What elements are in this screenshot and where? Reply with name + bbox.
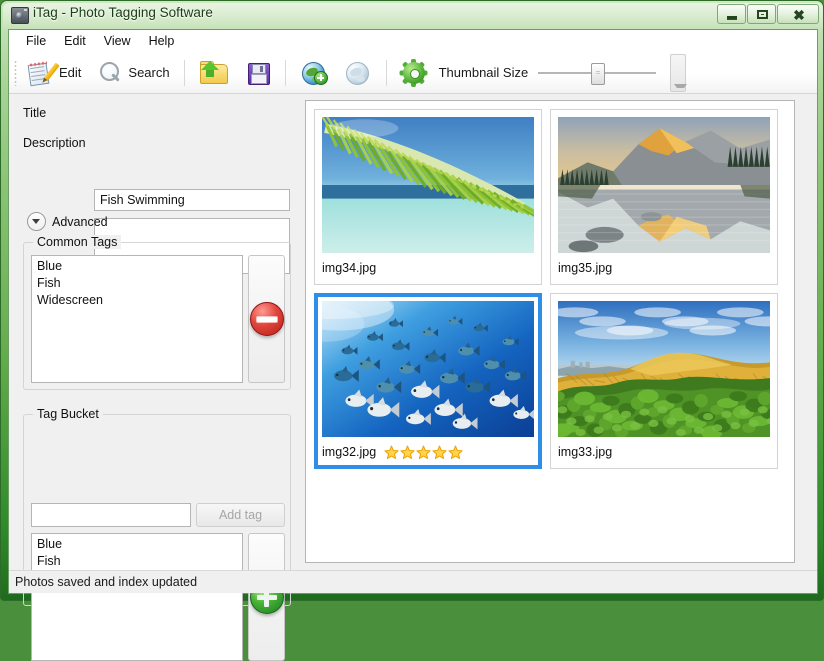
star-icon[interactable] xyxy=(416,445,431,460)
description-label: Description xyxy=(23,136,86,150)
thumbnail-image xyxy=(322,117,534,253)
toolbar: Edit Search xyxy=(9,52,817,94)
star-icon[interactable] xyxy=(400,445,415,460)
thumbnail-gallery[interactable]: img34.jpg img35.jpg img32.jpg img33.jpg xyxy=(305,100,795,563)
thumbnail-image xyxy=(558,117,770,253)
toolbar-separator-3 xyxy=(386,60,387,86)
toolbar-overflow-button[interactable] xyxy=(670,54,686,92)
window-controls: ✖ xyxy=(717,4,819,24)
close-button[interactable]: ✖ xyxy=(777,4,819,24)
thumbnail-size-slider[interactable] xyxy=(538,63,656,83)
window-title: iTag - Photo Tagging Software xyxy=(33,5,213,20)
minimize-icon xyxy=(727,16,737,20)
advanced-label: Advanced xyxy=(52,215,108,229)
list-item[interactable]: Fish xyxy=(32,553,242,570)
menu-item-view[interactable]: View xyxy=(95,32,140,50)
title-label: Title xyxy=(23,106,46,120)
tag-bucket-label: Tag Bucket xyxy=(33,407,103,421)
title-row: Title xyxy=(23,106,46,120)
thumbnail-caption: img35.jpg xyxy=(558,259,770,277)
toolbar-separator-2 xyxy=(285,60,286,86)
thumbnail-card[interactable]: img33.jpg xyxy=(550,293,778,469)
description-row: Description xyxy=(23,136,86,150)
thumbnail-card[interactable]: img32.jpg xyxy=(314,293,542,469)
tag-bucket-input[interactable] xyxy=(31,503,191,527)
common-tags-label: Common Tags xyxy=(33,235,121,249)
menu-item-edit[interactable]: Edit xyxy=(55,32,95,50)
publish-online-button[interactable] xyxy=(292,58,336,88)
thumbnail-card[interactable]: img35.jpg xyxy=(550,109,778,285)
common-tags-list[interactable]: BlueFishWidescreen xyxy=(31,255,243,383)
maximize-button[interactable] xyxy=(747,4,776,24)
open-folder-button[interactable] xyxy=(191,58,237,88)
client-area: File Edit View Help Edit Search xyxy=(8,29,818,594)
thumbnail-filename: img33.jpg xyxy=(558,445,612,459)
thumbnail-grid: img34.jpg img35.jpg img32.jpg img33.jpg xyxy=(314,109,786,469)
toolbar-separator-1 xyxy=(184,60,185,86)
remove-circle-icon xyxy=(250,302,284,336)
globe-icon xyxy=(344,60,372,86)
search-button[interactable]: Search xyxy=(89,58,177,88)
edit-button-label: Edit xyxy=(59,65,81,80)
menu-item-help[interactable]: Help xyxy=(140,32,184,50)
online-gallery-button[interactable] xyxy=(336,58,380,88)
list-item[interactable]: Blue xyxy=(32,258,242,275)
list-item[interactable]: Blue xyxy=(32,536,242,553)
thumbnail-caption: img33.jpg xyxy=(558,443,770,461)
list-item[interactable]: Fish xyxy=(32,275,242,292)
status-message: Photos saved and index updated xyxy=(15,575,197,589)
status-bar: Photos saved and index updated xyxy=(9,570,817,593)
save-button[interactable] xyxy=(237,58,279,88)
star-icon[interactable] xyxy=(384,445,399,460)
menu-item-file[interactable]: File xyxy=(17,32,55,50)
search-button-label: Search xyxy=(128,65,169,80)
add-tag-button[interactable]: Add tag xyxy=(196,503,285,527)
thumbnail-size-label: Thumbnail Size xyxy=(439,65,529,80)
menu-bar: File Edit View Help xyxy=(9,30,817,52)
thumbnail-image xyxy=(322,301,534,437)
thumbnail-filename: img35.jpg xyxy=(558,261,612,275)
application-window: iTag - Photo Tagging Software ✖ File Edi… xyxy=(0,0,824,601)
thumbnail-filename: img34.jpg xyxy=(322,261,376,275)
advanced-expander[interactable]: Advanced xyxy=(27,212,108,231)
thumbnail-caption: img34.jpg xyxy=(322,259,534,277)
edit-button[interactable]: Edit xyxy=(20,58,89,88)
chevron-down-icon xyxy=(27,212,46,231)
thumbnail-card[interactable]: img34.jpg xyxy=(314,109,542,285)
minimize-button[interactable] xyxy=(717,4,746,24)
globe-add-icon xyxy=(300,60,328,86)
titlebar: iTag - Photo Tagging Software ✖ xyxy=(1,1,824,29)
settings-button[interactable] xyxy=(393,58,435,88)
edit-notepad-icon xyxy=(28,60,54,86)
camera-icon xyxy=(11,7,29,24)
list-item[interactable]: Widescreen xyxy=(32,292,242,309)
star-icon[interactable] xyxy=(448,445,463,460)
floppy-save-icon xyxy=(245,60,271,86)
title-input[interactable] xyxy=(94,189,290,211)
tag-bucket-list[interactable]: BlueFishWidescreen xyxy=(31,533,243,661)
details-panel: Title Description Advanced Common Tags B… xyxy=(9,94,301,570)
maximize-icon xyxy=(757,10,768,19)
slider-knob[interactable] xyxy=(591,63,605,85)
search-icon xyxy=(97,60,123,86)
remove-tag-button[interactable] xyxy=(248,255,285,383)
thumbnail-caption: img32.jpg xyxy=(322,443,534,461)
star-icon[interactable] xyxy=(432,445,447,460)
toolbar-grip[interactable] xyxy=(14,60,17,86)
folder-upload-icon xyxy=(199,60,229,86)
add-tag-to-photo-button[interactable] xyxy=(248,533,285,661)
thumbnail-image xyxy=(558,301,770,437)
close-icon: ✖ xyxy=(792,9,806,21)
gear-icon xyxy=(401,60,427,86)
rating-stars[interactable] xyxy=(384,445,463,460)
thumbnail-filename: img32.jpg xyxy=(322,445,376,459)
